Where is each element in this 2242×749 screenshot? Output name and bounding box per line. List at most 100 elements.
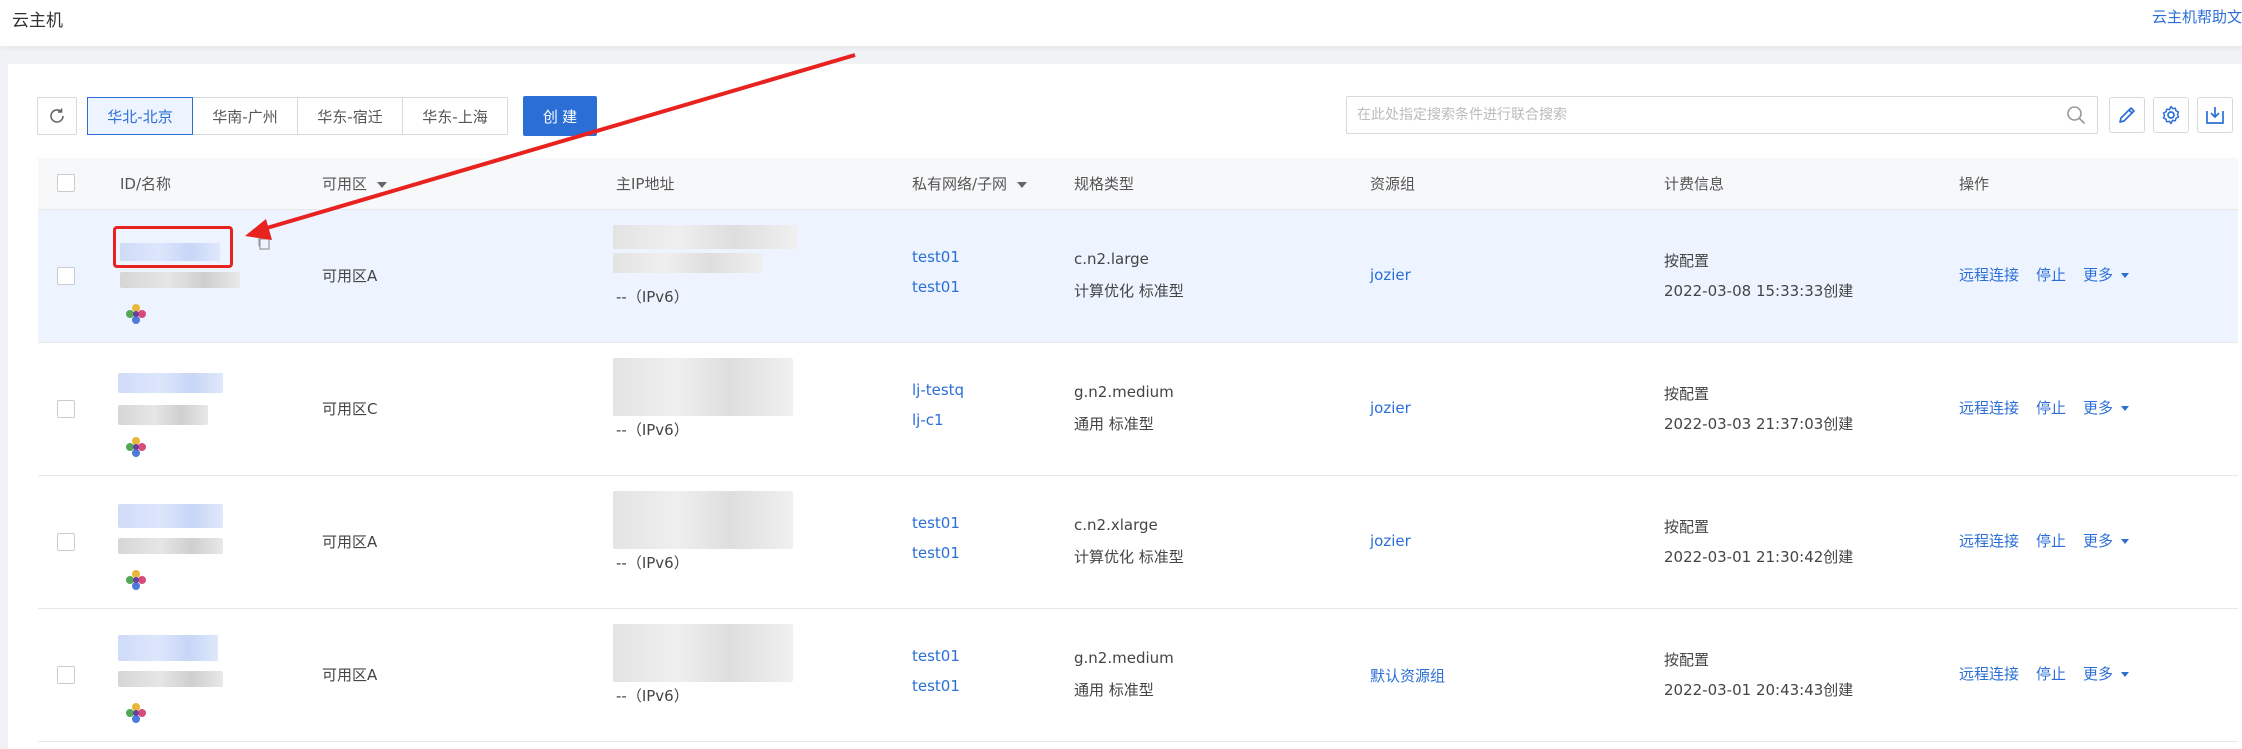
zone: 可用区A [322,267,378,285]
region-tab-shanghai[interactable]: 华东-上海 [402,97,508,135]
zone-filter-caret-icon[interactable] [377,181,388,188]
region-tabs: 华北-北京 华南-广州 华东-宿迁 华东-上海 [87,97,508,135]
instance-name [120,272,240,288]
remote-connect-link[interactable]: 远程连接 [1959,264,2019,285]
chevron-down-icon [2121,273,2130,278]
spec-family: 计算优化 标准型 [1074,548,1184,566]
more-dropdown[interactable]: 更多 [2083,530,2130,551]
page-title: 云主机 [12,11,63,31]
resource-group-link[interactable]: jozier [1370,266,1411,284]
table-row[interactable]: 可用区C --（IPv6） lj-testq lj-c1 g.n2.medium… [38,343,2238,476]
col-ops: 操作 [1959,175,1990,193]
chevron-down-icon [2121,539,2130,544]
created-time: 2022-03-01 20:43:43创建 [1664,681,1854,699]
ipv4-address [613,624,793,682]
settings-button[interactable] [2153,97,2189,133]
vpc-link[interactable]: test01 [912,647,960,665]
ipv6-address: --（IPv6） [616,687,689,705]
vpc-link[interactable]: test01 [912,514,960,532]
billing-mode: 按配置 [1664,518,1710,536]
search-input[interactable] [1347,97,2047,133]
remote-connect-link[interactable]: 远程连接 [1959,663,2019,684]
col-group: 资源组 [1370,175,1416,193]
search-box [1346,96,2098,134]
row-checkbox[interactable] [57,267,75,285]
region-tab-guangzhou[interactable]: 华南-广州 [192,97,298,135]
instance-id-link[interactable] [118,373,223,393]
table-header: ID/名称 可用区 主IP地址 私有网络/子网 规格类型 资源组 计费信息 操作 [38,158,2238,210]
resource-group-link[interactable]: jozier [1370,399,1411,417]
top-header: 云主机 云主机帮助文 [0,0,2242,46]
row-checkbox[interactable] [57,400,75,418]
resource-group-link[interactable]: 默认资源组 [1370,665,1445,686]
ipv4-public [613,253,763,273]
row-operations: 远程连接 停止 更多 [1959,264,2130,285]
subnet-link[interactable]: test01 [912,677,960,695]
spec-name: g.n2.medium [1074,649,1174,667]
col-zone: 可用区 [322,175,368,193]
zone: 可用区A [322,533,378,551]
more-label: 更多 [2083,399,2114,417]
region-tab-beijing[interactable]: 华北-北京 [87,97,193,135]
chevron-down-icon [2121,672,2130,677]
search-icon[interactable] [2065,104,2087,126]
help-link[interactable]: 云主机帮助文 [2152,6,2242,27]
col-billing: 计费信息 [1664,175,1725,193]
table-row[interactable]: 可用区A --（IPv6） test01 test01 c.n2.xlarge … [38,476,2238,609]
row-checkbox[interactable] [57,666,75,684]
billing-mode: 按配置 [1664,252,1710,270]
col-zone-header[interactable]: 可用区 [322,173,388,194]
billing-mode: 按配置 [1664,385,1710,403]
subnet-link[interactable]: test01 [912,278,960,296]
more-dropdown[interactable]: 更多 [2083,397,2130,418]
subnet-link[interactable]: lj-c1 [912,411,944,429]
region-tab-suqian[interactable]: 华东-宿迁 [297,97,403,135]
stop-link[interactable]: 停止 [2036,397,2066,418]
row-operations: 远程连接 停止 更多 [1959,530,2130,551]
pencil-icon [2119,107,2135,123]
col-network-header[interactable]: 私有网络/子网 [912,173,1028,194]
col-spec: 规格类型 [1074,175,1135,193]
created-time: 2022-03-08 15:33:33创建 [1664,282,1854,300]
ipv4-primary [613,225,798,249]
table-row[interactable]: 可用区A --（IPv6） test01 test01 g.n2.medium … [38,609,2238,742]
resource-group-link[interactable]: jozier [1370,532,1411,550]
remote-connect-link[interactable]: 远程连接 [1959,530,2019,551]
stop-link[interactable]: 停止 [2036,530,2066,551]
stop-link[interactable]: 停止 [2036,264,2066,285]
ipv4-address [613,491,793,549]
spec-name: c.n2.large [1074,250,1149,268]
more-dropdown[interactable]: 更多 [2083,264,2130,285]
row-checkbox[interactable] [57,533,75,551]
copy-icon[interactable] [256,235,272,251]
spec-family: 通用 标准型 [1074,415,1154,433]
more-dropdown[interactable]: 更多 [2083,663,2130,684]
vpc-link[interactable]: test01 [912,248,960,266]
col-network: 私有网络/子网 [912,175,1008,193]
instance-id-link[interactable] [118,504,223,528]
instance-name [118,405,208,425]
vpc-link[interactable]: lj-testq [912,381,964,399]
os-icon [126,703,146,723]
created-time: 2022-03-01 21:30:42创建 [1664,548,1854,566]
stop-link[interactable]: 停止 [2036,663,2066,684]
os-icon [126,304,146,324]
refresh-button[interactable] [37,97,77,135]
instance-name [118,671,223,687]
select-all-checkbox[interactable] [57,174,75,192]
table-row[interactable]: 可用区A --（IPv6） test01 test01 c.n2.large 计… [38,210,2238,343]
instance-table: ID/名称 可用区 主IP地址 私有网络/子网 规格类型 资源组 计费信息 操作… [38,158,2238,749]
edit-tag-button[interactable] [2109,97,2145,133]
col-name: ID/名称 [120,175,172,193]
zone: 可用区A [322,666,378,684]
instance-id-link[interactable] [118,635,218,661]
network-filter-caret-icon[interactable] [1017,181,1028,188]
spec-name: c.n2.xlarge [1074,516,1158,534]
export-button[interactable] [2197,97,2233,133]
row-operations: 远程连接 停止 更多 [1959,663,2130,684]
instance-name [118,538,223,554]
subnet-link[interactable]: test01 [912,544,960,562]
create-button[interactable]: 创 建 [523,96,597,136]
ipv6-address: --（IPv6） [616,421,689,439]
remote-connect-link[interactable]: 远程连接 [1959,397,2019,418]
